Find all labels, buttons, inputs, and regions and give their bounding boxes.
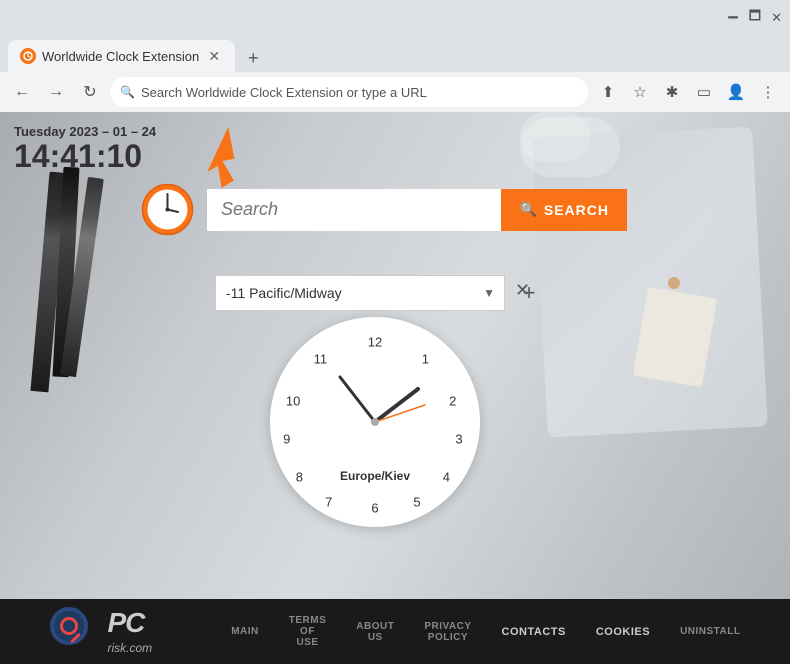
refresh-icon: ↻ [83,82,96,102]
close-timezone-button[interactable]: ✕ [515,280,530,301]
footer-link-contacts[interactable]: CONTACTS [502,626,566,638]
footer-link-about[interactable]: ABOUTUS [356,621,394,643]
clock-hands-svg [270,317,480,527]
forward-icon: → [48,83,64,101]
footer-link-terms[interactable]: TERMSOFUSE [289,615,327,648]
browser-chrome: 🗕 🗖 ✕ Worldwide Clock Extension ✕ + ← → … [0,0,790,112]
title-bar: 🗕 🗖 ✕ [0,0,790,36]
menu-icon[interactable]: ⋮ [754,78,782,106]
date-text: Tuesday 2023 – 01 – 24 [14,124,156,139]
extensions-icon[interactable]: ✱ [658,78,686,106]
profile-icon[interactable]: 👤 [722,78,750,106]
splitview-icon[interactable]: ▭ [690,78,718,106]
search-button-label: SEARCH [544,202,609,218]
clock-timezone-label: Europe/Kiev [340,467,410,485]
window-expand-icon[interactable]: 🗖 [749,7,761,29]
search-button-icon: 🔍 [519,201,537,218]
search-icon: 🔍 [120,85,135,99]
address-bar[interactable]: 🔍 Search Worldwide Clock Extension or ty… [110,77,588,107]
search-input[interactable] [207,189,501,231]
search-area: 🔍 SEARCH [140,182,627,237]
timezone-area: -11 Pacific/Midway -10 Pacific/Honolulu … [215,275,543,311]
window-collapse-icon[interactable]: 🗕 [727,5,738,32]
back-button[interactable]: ← [8,78,36,106]
timezone-select-wrapper: -11 Pacific/Midway -10 Pacific/Honolulu … [215,275,505,311]
tab-favicon [20,48,36,64]
clock-widget: 12 1 2 3 4 5 6 7 8 9 10 11 [270,317,480,527]
footer-link-cookies[interactable]: COOKIES [596,626,650,638]
tab-bar: Worldwide Clock Extension ✕ + [0,36,790,72]
timezone-select[interactable]: -11 Pacific/Midway -10 Pacific/Honolulu … [215,275,505,311]
share-icon[interactable]: ⬆ [594,78,622,106]
active-tab[interactable]: Worldwide Clock Extension ✕ [8,40,235,72]
nav-icons-right: ⬆ ☆ ✱ ▭ 👤 ⋮ [594,78,782,106]
address-text: Search Worldwide Clock Extension or type… [141,85,427,100]
magnifier-icon [50,607,88,645]
tab-close-button[interactable]: ✕ [205,47,223,65]
nav-bar: ← → ↻ 🔍 Search Worldwide Clock Extension… [0,72,790,112]
footer-link-uninstall[interactable]: UNINSTALL [680,626,740,637]
tab-title: Worldwide Clock Extension [42,49,199,64]
bookmark-icon[interactable]: ☆ [626,78,654,106]
footer-logo-text: PC risk.com [108,607,153,657]
datetime-display: Tuesday 2023 – 01 – 24 14:41:10 [14,124,156,174]
footer-logo: PC risk.com [50,607,153,657]
footer-link-privacy[interactable]: PRIVACYPOLICY [424,621,471,643]
forward-button[interactable]: → [42,78,70,106]
footer-link-main[interactable]: MAIN [231,626,259,637]
clock-logo-icon [140,182,195,237]
search-button[interactable]: 🔍 SEARCH [501,189,627,231]
pc-logo-container [50,607,100,657]
footer: PC risk.com MAIN TERMSOFUSE ABOUTUS PRIV… [0,599,790,664]
page-content: Tuesday 2023 – 01 – 24 14:41:10 🔍 SEARCH… [0,112,790,599]
new-tab-button[interactable]: + [239,44,267,72]
window-close-icon[interactable]: ✕ [771,10,782,26]
time-text: 14:41:10 [14,139,156,174]
refresh-button[interactable]: ↻ [76,78,104,106]
analog-clock-face: 12 1 2 3 4 5 6 7 8 9 10 11 [270,317,480,527]
search-box: 🔍 SEARCH [207,189,627,231]
footer-nav: MAIN TERMSOFUSE ABOUTUS PRIVACYPOLICY CO… [231,615,740,648]
back-icon: ← [14,83,30,101]
